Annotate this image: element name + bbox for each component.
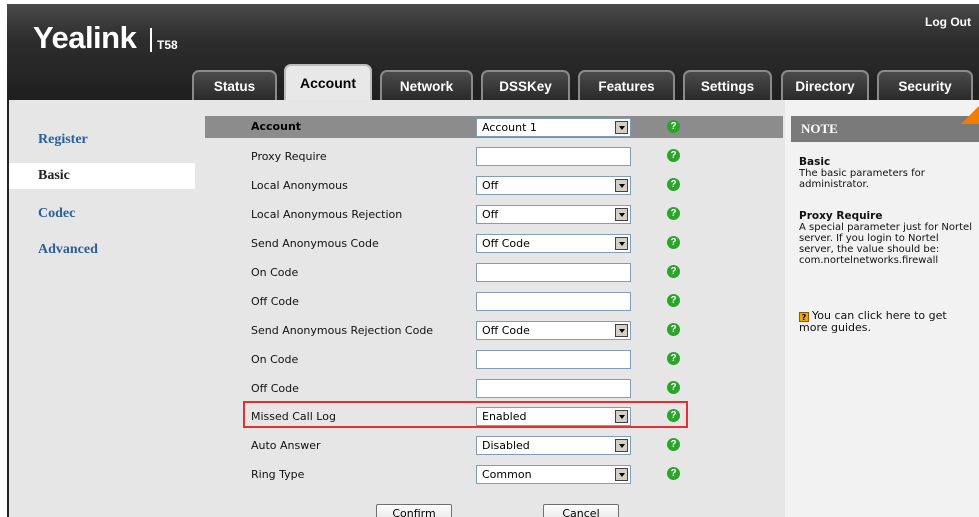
help-icon[interactable]: ? xyxy=(667,178,680,191)
local-anonymous-rejection-select[interactable]: Off xyxy=(476,205,631,224)
model-label: T58 xyxy=(157,38,178,52)
tab-security[interactable]: Security xyxy=(877,70,973,100)
yealink-logo: Yealink xyxy=(33,20,137,55)
select-value: Enabled xyxy=(482,410,527,423)
select-value: Disabled xyxy=(482,439,530,452)
note-basic-text: The basic parameters for administrator. xyxy=(799,168,925,190)
chevron-down-icon xyxy=(615,468,628,481)
note-proxy-text: A special parameter just for Nortel serv… xyxy=(799,222,972,266)
nav-item-register[interactable]: Register xyxy=(9,127,195,153)
tab-dsskey[interactable]: DSSKey xyxy=(481,70,570,100)
account-select[interactable]: Account 1 xyxy=(476,118,631,137)
tab-directory[interactable]: Directory xyxy=(781,70,869,100)
account-form: Account Account 1 ? Proxy Require ? Loca… xyxy=(195,100,783,517)
send-anonymous-code-select[interactable]: Off Code xyxy=(476,234,631,253)
tab-settings[interactable]: Settings xyxy=(683,70,772,100)
missed-call-log-select[interactable]: Enabled xyxy=(476,407,631,426)
help-icon[interactable]: ? xyxy=(667,409,680,422)
field-label: Off Code xyxy=(251,382,299,395)
field-label: Missed Call Log xyxy=(251,410,336,423)
note-proxy-title: Proxy Require xyxy=(799,210,883,222)
note-panel: NOTE Basic The basic parameters for admi… xyxy=(785,100,979,517)
on-code-input[interactable] xyxy=(476,263,631,282)
field-label: Local Anonymous Rejection xyxy=(251,208,403,221)
chevron-down-icon xyxy=(615,324,628,337)
help-icon[interactable]: ? xyxy=(667,294,680,307)
ring-type-select[interactable]: Common xyxy=(476,465,631,484)
account-select-value: Account 1 xyxy=(482,121,537,134)
account-label: Account xyxy=(251,120,302,133)
proxy-require-input[interactable] xyxy=(476,147,631,166)
help-icon[interactable]: ? xyxy=(667,381,680,394)
field-label: Proxy Require xyxy=(251,150,327,163)
help-icon[interactable]: ? xyxy=(667,120,680,133)
chevron-down-icon xyxy=(615,121,628,134)
nav-item-basic[interactable]: Basic xyxy=(9,163,195,189)
field-label: Auto Answer xyxy=(251,439,321,452)
web-ui-frame: Yealink T58 Log Out Status Account Netwo… xyxy=(7,4,979,517)
off-code-input[interactable] xyxy=(476,292,631,311)
local-anonymous-select[interactable]: Off xyxy=(476,176,631,195)
chevron-down-icon xyxy=(615,237,628,250)
help-icon[interactable]: ? xyxy=(667,207,680,220)
select-value: Off Code xyxy=(482,237,530,250)
select-value: Off Code xyxy=(482,324,530,337)
nav-item-codec[interactable]: Codec xyxy=(9,201,195,227)
nav-item-advanced[interactable]: Advanced xyxy=(9,237,195,263)
select-value: Off xyxy=(482,179,499,192)
corner-flag-icon xyxy=(961,106,979,124)
cancel-button[interactable]: Cancel xyxy=(543,504,619,517)
note-title: NOTE xyxy=(791,116,979,142)
tab-account[interactable]: Account xyxy=(284,64,372,100)
logo-separator xyxy=(150,28,152,52)
field-label: Send Anonymous Code xyxy=(251,237,379,250)
tab-features[interactable]: Features xyxy=(578,70,675,100)
rejection-on-code-input[interactable] xyxy=(476,350,631,369)
auto-answer-select[interactable]: Disabled xyxy=(476,436,631,455)
help-icon[interactable]: ? xyxy=(667,236,680,249)
chevron-down-icon xyxy=(615,179,628,192)
select-value: Common xyxy=(482,468,532,481)
main-tabs: Status Account Network DSSKey Features S… xyxy=(192,64,979,100)
note-guide-link[interactable]: ? You can click here to get more guides. xyxy=(799,310,975,334)
help-icon[interactable]: ? xyxy=(667,265,680,278)
field-label: Send Anonymous Rejection Code xyxy=(251,324,434,337)
tab-status[interactable]: Status xyxy=(192,70,277,100)
logout-link[interactable]: Log Out xyxy=(925,15,971,29)
content-area: Register Basic Codec Advanced Account Ac… xyxy=(9,100,979,517)
field-label: Local Anonymous xyxy=(251,179,348,192)
help-icon[interactable]: ? xyxy=(667,467,680,480)
field-label: On Code xyxy=(251,266,299,279)
note-proxy: Proxy Require A special parameter just f… xyxy=(799,210,975,267)
note-basic: Basic The basic parameters for administr… xyxy=(799,156,975,191)
help-icon[interactable]: ? xyxy=(667,438,680,451)
help-icon[interactable]: ? xyxy=(667,352,680,365)
field-label: On Code xyxy=(251,353,299,366)
field-label: Ring Type xyxy=(251,468,305,481)
note-guide-text: You can click here to get more guides. xyxy=(799,309,947,334)
note-basic-title: Basic xyxy=(799,156,831,168)
chevron-down-icon xyxy=(615,439,628,452)
tab-network[interactable]: Network xyxy=(380,70,473,100)
left-nav: Register Basic Codec Advanced xyxy=(9,100,195,517)
send-anonymous-rejection-code-select[interactable]: Off Code xyxy=(476,321,631,340)
chevron-down-icon xyxy=(615,410,628,423)
help-icon[interactable]: ? xyxy=(667,149,680,162)
help-icon[interactable]: ? xyxy=(667,323,680,336)
confirm-button[interactable]: Confirm xyxy=(376,504,452,517)
top-header: Yealink T58 Log Out Status Account Netwo… xyxy=(7,4,979,100)
chevron-down-icon xyxy=(615,208,628,221)
select-value: Off xyxy=(482,208,499,221)
rejection-off-code-input[interactable] xyxy=(476,379,631,398)
field-label: Off Code xyxy=(251,295,299,308)
